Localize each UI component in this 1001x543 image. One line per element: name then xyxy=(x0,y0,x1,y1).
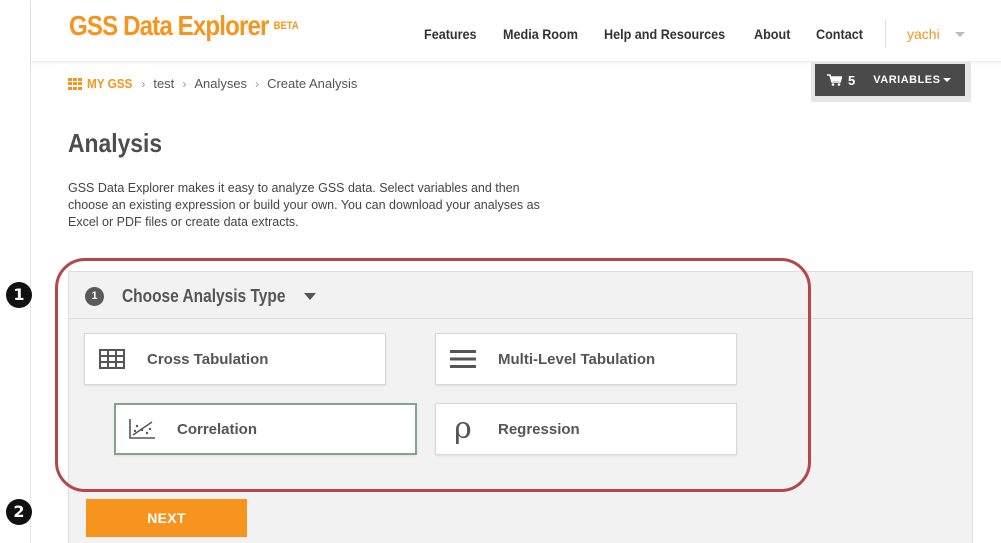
page-description: GSS Data Explorer makes it easy to analy… xyxy=(68,181,540,229)
site-logo[interactable]: GSS Data Explorer BETA xyxy=(69,10,299,42)
nav-contact[interactable]: Contact xyxy=(816,26,863,42)
cart-count: 5 xyxy=(848,72,856,88)
breadcrumb-my-gss[interactable]: MY GSS xyxy=(87,76,132,91)
breadcrumb-analyses[interactable]: Analyses xyxy=(194,76,247,91)
annotation-highlight xyxy=(55,258,811,492)
breadcrumb-separator-icon: › xyxy=(182,76,187,91)
breadcrumb-create-analysis: Create Analysis xyxy=(267,76,358,91)
nav-divider xyxy=(885,20,886,48)
nav-about[interactable]: About xyxy=(754,26,790,42)
site-header: GSS Data Explorer BETA Features Media Roo… xyxy=(31,0,1001,62)
annotation-marker-2: 2 xyxy=(6,499,32,525)
chevron-down-icon xyxy=(943,78,952,82)
breadcrumb-test[interactable]: test xyxy=(153,76,174,91)
logo-text: GSS Data Explorer xyxy=(69,10,269,41)
breadcrumb-separator-icon: › xyxy=(141,76,146,91)
nav-media-room[interactable]: Media Room xyxy=(503,26,578,42)
next-button[interactable]: NEXT xyxy=(86,499,247,537)
beta-badge: BETA xyxy=(273,19,299,32)
annotation-marker-1: 1 xyxy=(6,282,32,308)
variables-cart-button[interactable]: 5 VARIABLES xyxy=(815,64,965,96)
cart-icon xyxy=(827,74,842,86)
chevron-down-icon[interactable] xyxy=(955,32,965,37)
breadcrumb-separator-icon: › xyxy=(255,76,260,91)
nav-help-and-resources[interactable]: Help and Resources xyxy=(604,26,725,42)
grid-icon xyxy=(68,77,82,90)
page-title: Analysis xyxy=(68,128,163,158)
nav-features[interactable]: Features xyxy=(424,26,477,42)
variables-label: VARIABLES xyxy=(873,74,941,86)
breadcrumb: MY GSS › test › Analyses › Create Analys… xyxy=(68,76,357,91)
user-menu[interactable]: yachi xyxy=(907,26,940,42)
variables-cart-container: 5 VARIABLES xyxy=(811,62,971,102)
